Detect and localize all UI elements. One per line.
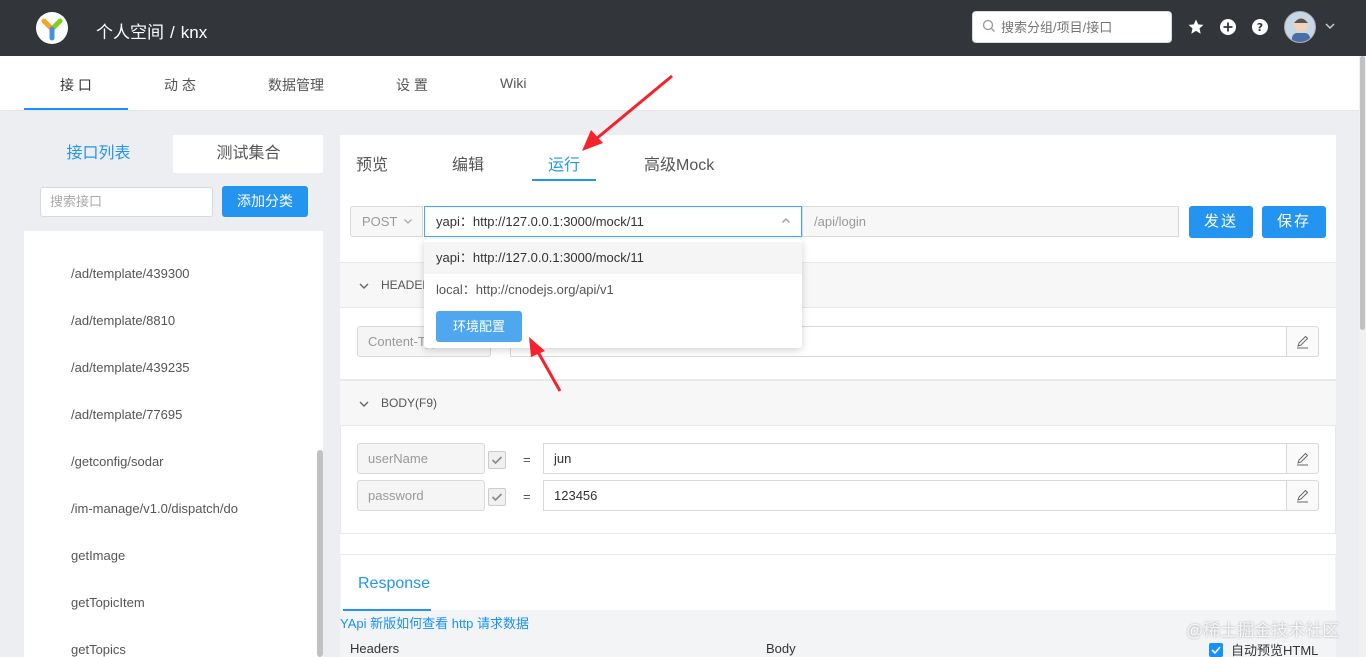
tab-preview[interactable]: 预览 <box>356 151 388 175</box>
tab-settings[interactable]: 设 置 <box>396 75 428 95</box>
environment-value: yapi：http://127.0.0.1:3000/mock/11 <box>436 214 644 229</box>
edit-icon <box>1297 335 1309 349</box>
body-section-header[interactable]: BODY(F9) <box>340 380 1336 426</box>
tab-advanced-mock[interactable]: 高级Mock <box>644 151 714 175</box>
tab-run[interactable]: 运行 <box>548 151 580 175</box>
active-tab-indicator <box>24 108 128 110</box>
tab-test-collection[interactable]: 测试集合 <box>174 135 323 173</box>
interface-search-input[interactable]: 搜索接口 <box>40 187 213 217</box>
breadcrumb-project[interactable]: knx <box>181 23 207 42</box>
top-bar: 个人空间 / knx ? <box>0 0 1366 56</box>
check-icon <box>491 493 503 502</box>
body-param-edit-button[interactable] <box>1286 480 1319 511</box>
global-search[interactable] <box>972 11 1172 43</box>
sidebar-toolbar: 搜索接口 添加分类 <box>24 173 323 231</box>
save-button[interactable]: 保存 <box>1262 206 1326 238</box>
search-icon <box>982 19 995 32</box>
check-icon <box>491 456 503 465</box>
list-item[interactable]: /getconfig/sodar <box>71 454 164 469</box>
global-search-input[interactable] <box>1001 16 1166 38</box>
environment-option[interactable]: local：http://cnodejs.org/api/v1 <box>424 274 802 306</box>
list-item[interactable]: /ad/template/439300 <box>71 266 190 281</box>
list-item[interactable]: getTopicItem <box>71 595 145 610</box>
list-item[interactable]: getImage <box>71 548 125 563</box>
tab-edit[interactable]: 编辑 <box>452 151 484 175</box>
response-body-label: Body <box>766 641 796 656</box>
body-label: BODY(F9) <box>381 396 438 410</box>
response-help-link[interactable]: YApi 新版如何查看 http 请求数据 <box>340 613 529 632</box>
method-select[interactable]: POST <box>350 206 423 237</box>
body-param-checkbox[interactable] <box>488 451 506 469</box>
edit-icon <box>1297 489 1309 503</box>
body-param-checkbox[interactable] <box>488 488 506 506</box>
project-nav: 接 口 动 态 数据管理 设 置 Wiki <box>0 56 1366 111</box>
page-scrollbar-thumb[interactable] <box>1360 56 1365 330</box>
yapi-logo[interactable] <box>36 12 68 44</box>
tab-wiki[interactable]: Wiki <box>500 75 526 91</box>
plus-circle-icon[interactable] <box>1219 18 1237 36</box>
chevron-down-icon <box>359 401 369 407</box>
star-icon[interactable] <box>1187 18 1205 36</box>
help-icon[interactable]: ? <box>1251 18 1269 36</box>
tab-interface[interactable]: 接 口 <box>60 75 92 95</box>
sidebar-scrollbar[interactable] <box>317 450 323 657</box>
list-item[interactable]: /im-manage/v1.0/dispatch/do <box>71 501 238 516</box>
body-param-value[interactable]: jun <box>543 443 1287 474</box>
body-param-value[interactable]: 123456 <box>543 480 1287 511</box>
equals-sign: = <box>523 452 531 467</box>
breadcrumb-space[interactable]: 个人空间 <box>96 23 164 42</box>
list-item[interactable]: /ad/template/439235 <box>71 360 190 375</box>
body-section-body: userName = jun password = 123456 <box>340 426 1336 534</box>
auto-preview-html-checkbox[interactable]: 自动预览HTML <box>1209 640 1318 657</box>
chevron-down-icon <box>404 219 412 224</box>
breadcrumb-separator: / <box>170 23 175 42</box>
method-value: POST <box>362 214 398 229</box>
list-item[interactable]: /ad/template/77695 <box>71 407 182 422</box>
checkbox-checked-icon <box>1209 643 1223 657</box>
response-headers-label: Headers <box>350 641 400 656</box>
active-tab-indicator <box>343 609 431 611</box>
chevron-up-icon <box>782 218 790 223</box>
header-edit-button[interactable] <box>1286 326 1319 357</box>
response-area: Response <box>340 554 1336 657</box>
equals-sign: = <box>523 489 531 504</box>
avatar[interactable] <box>1284 11 1316 43</box>
page-scrollbar[interactable] <box>1359 56 1366 657</box>
body-param-key[interactable]: userName <box>357 443 485 474</box>
tab-interface-list[interactable]: 接口列表 <box>24 135 173 173</box>
interface-detail: 预览 编辑 运行 高级Mock POST yapi：http://127.0.0… <box>340 135 1336 657</box>
tab-activity[interactable]: 动 态 <box>164 75 196 95</box>
body-param-edit-button[interactable] <box>1286 443 1319 474</box>
environment-config-button[interactable]: 环境配置 <box>436 311 522 342</box>
active-tab-indicator <box>532 179 596 181</box>
breadcrumb: 个人空间 / knx <box>96 18 207 43</box>
svg-text:?: ? <box>1257 21 1263 34</box>
list-item[interactable]: /ad/template/8810 <box>71 313 175 328</box>
chevron-down-icon <box>359 283 369 289</box>
sidebar: 接口列表 测试集合 搜索接口 添加分类 /ad/template/439300 … <box>24 135 323 657</box>
chevron-down-icon[interactable] <box>1324 20 1336 32</box>
environment-select[interactable]: yapi：http://127.0.0.1:3000/mock/11 <box>424 206 802 237</box>
send-button[interactable]: 发送 <box>1189 206 1253 238</box>
path-input[interactable]: /api/login <box>802 206 1179 237</box>
body-param-key[interactable]: password <box>357 480 485 511</box>
tab-data-management[interactable]: 数据管理 <box>268 75 324 95</box>
edit-icon <box>1297 452 1309 466</box>
auto-preview-label: 自动预览HTML <box>1231 643 1319 657</box>
watermark: @稀土掘金技术社区 <box>1186 621 1340 640</box>
response-header: Response <box>341 554 1335 611</box>
response-tab[interactable]: Response <box>358 575 430 593</box>
environment-dropdown: yapi：http://127.0.0.1:3000/mock/11 local… <box>424 239 802 348</box>
environment-option[interactable]: yapi：http://127.0.0.1:3000/mock/11 <box>424 242 802 274</box>
list-item[interactable]: getTopics <box>71 642 126 657</box>
add-category-button[interactable]: 添加分类 <box>222 186 308 217</box>
